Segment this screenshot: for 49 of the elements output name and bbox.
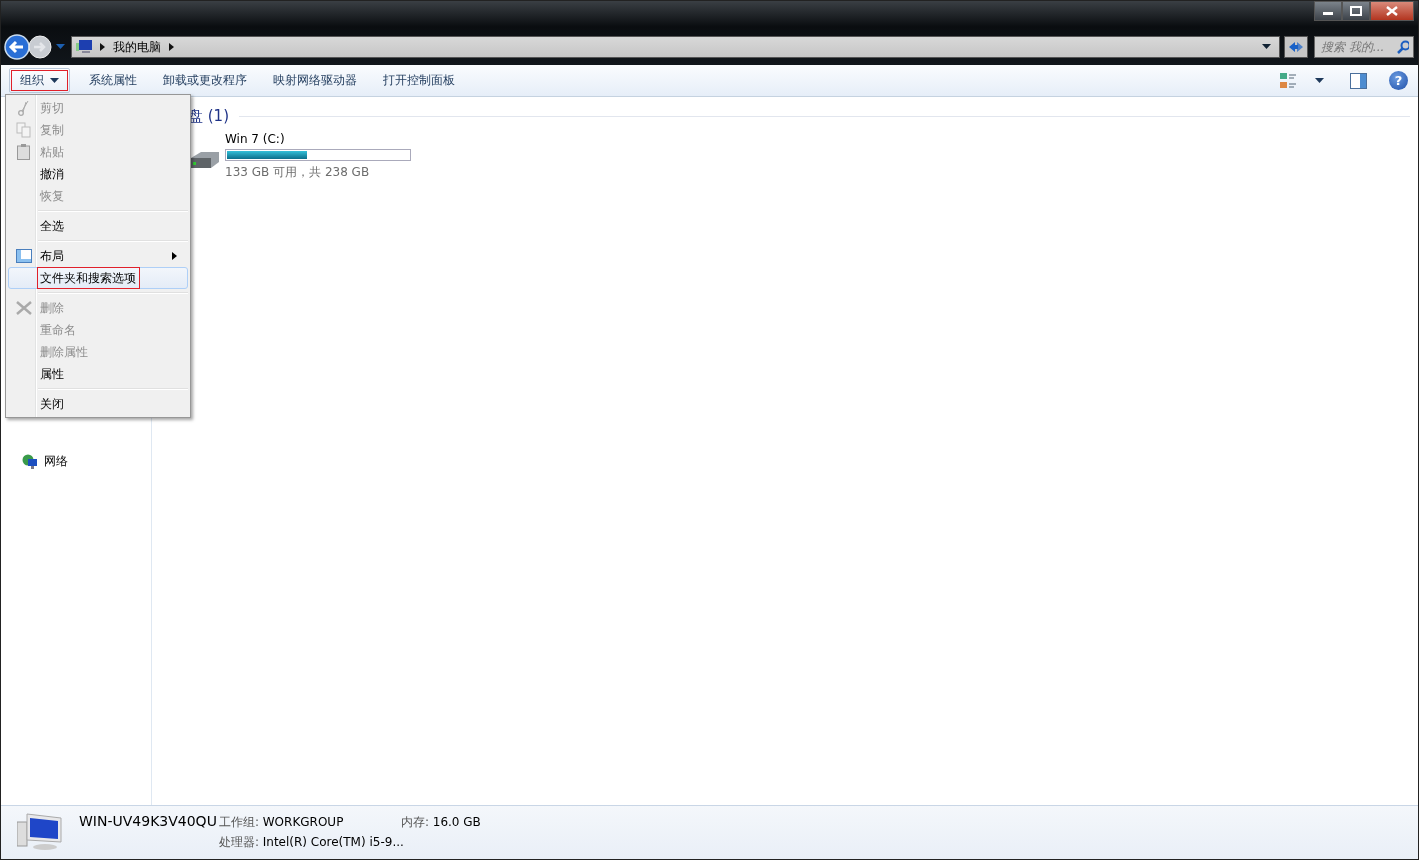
caret-icon[interactable] — [1315, 77, 1324, 84]
layout-icon — [15, 249, 32, 263]
copy-icon — [15, 122, 32, 138]
status-field: 工作组: WORKGROUP — [218, 815, 344, 829]
drive-space: 133 GB 可用，共 238 GB — [225, 164, 371, 181]
scissors-icon — [17, 100, 30, 116]
submenu-arrow-icon — [172, 252, 177, 260]
breadcrumb-arrow-icon[interactable] — [100, 43, 105, 51]
history-dropdown-icon[interactable] — [56, 44, 65, 50]
maximize-icon — [1349, 6, 1363, 16]
back-button[interactable] — [4, 34, 30, 60]
status-field: 处理器: Intel(R) Core(TM) i5-9... — [218, 835, 404, 849]
sidebar-item[interactable]: 网络 — [44, 453, 68, 470]
address-bar[interactable]: 我的电脑 — [71, 36, 1280, 58]
view-options-icon[interactable] — [1279, 71, 1297, 90]
help-button[interactable]: ? — [1389, 71, 1408, 90]
computer-icon — [17, 812, 63, 852]
breadcrumb[interactable]: 我的电脑 — [113, 38, 161, 56]
toolbar-button[interactable]: 打开控制面板 — [372, 68, 466, 93]
menu-item[interactable]: 撤消 — [8, 163, 188, 185]
toolbar-button[interactable]: 映射网络驱动器 — [262, 68, 368, 93]
refresh-button[interactable] — [1284, 36, 1308, 58]
status-field: 内存: 16.0 GB — [400, 815, 481, 829]
caret-icon — [50, 77, 59, 84]
menu-item[interactable]: 全选 — [8, 215, 188, 237]
dropdown-icon[interactable] — [1262, 44, 1271, 50]
network-icon — [22, 453, 38, 470]
menu-item[interactable]: 属性 — [8, 363, 188, 385]
computer-icon — [76, 40, 92, 54]
toolbar-button[interactable]: 组织 — [9, 68, 70, 93]
clipboard-icon — [17, 144, 30, 160]
search-icon[interactable] — [1397, 40, 1409, 54]
drive-name[interactable]: Win 7 (C:) — [225, 132, 411, 146]
delete-icon — [15, 301, 32, 315]
menu-item[interactable]: 文件夹和搜索选项 — [8, 267, 188, 289]
search-field[interactable]: 搜索 我的... — [1314, 36, 1414, 58]
menu-item[interactable]: 布局 — [8, 245, 188, 267]
maximize-button[interactable] — [1342, 1, 1370, 21]
computer-name: WIN-UV49K3V40QU — [79, 813, 217, 829]
menu-item[interactable]: 关闭 — [8, 393, 188, 415]
forward-button[interactable] — [28, 35, 52, 59]
minimize-button[interactable] — [1314, 1, 1342, 21]
toolbar-button[interactable]: 卸载或更改程序 — [152, 68, 258, 93]
breadcrumb-arrow-icon[interactable] — [169, 43, 174, 51]
toolbar-button[interactable]: 系统属性 — [78, 68, 148, 93]
preview-pane-icon[interactable] — [1350, 72, 1367, 89]
close-icon — [1385, 6, 1399, 16]
refresh-icon — [1288, 40, 1304, 54]
close-button[interactable] — [1370, 1, 1414, 21]
